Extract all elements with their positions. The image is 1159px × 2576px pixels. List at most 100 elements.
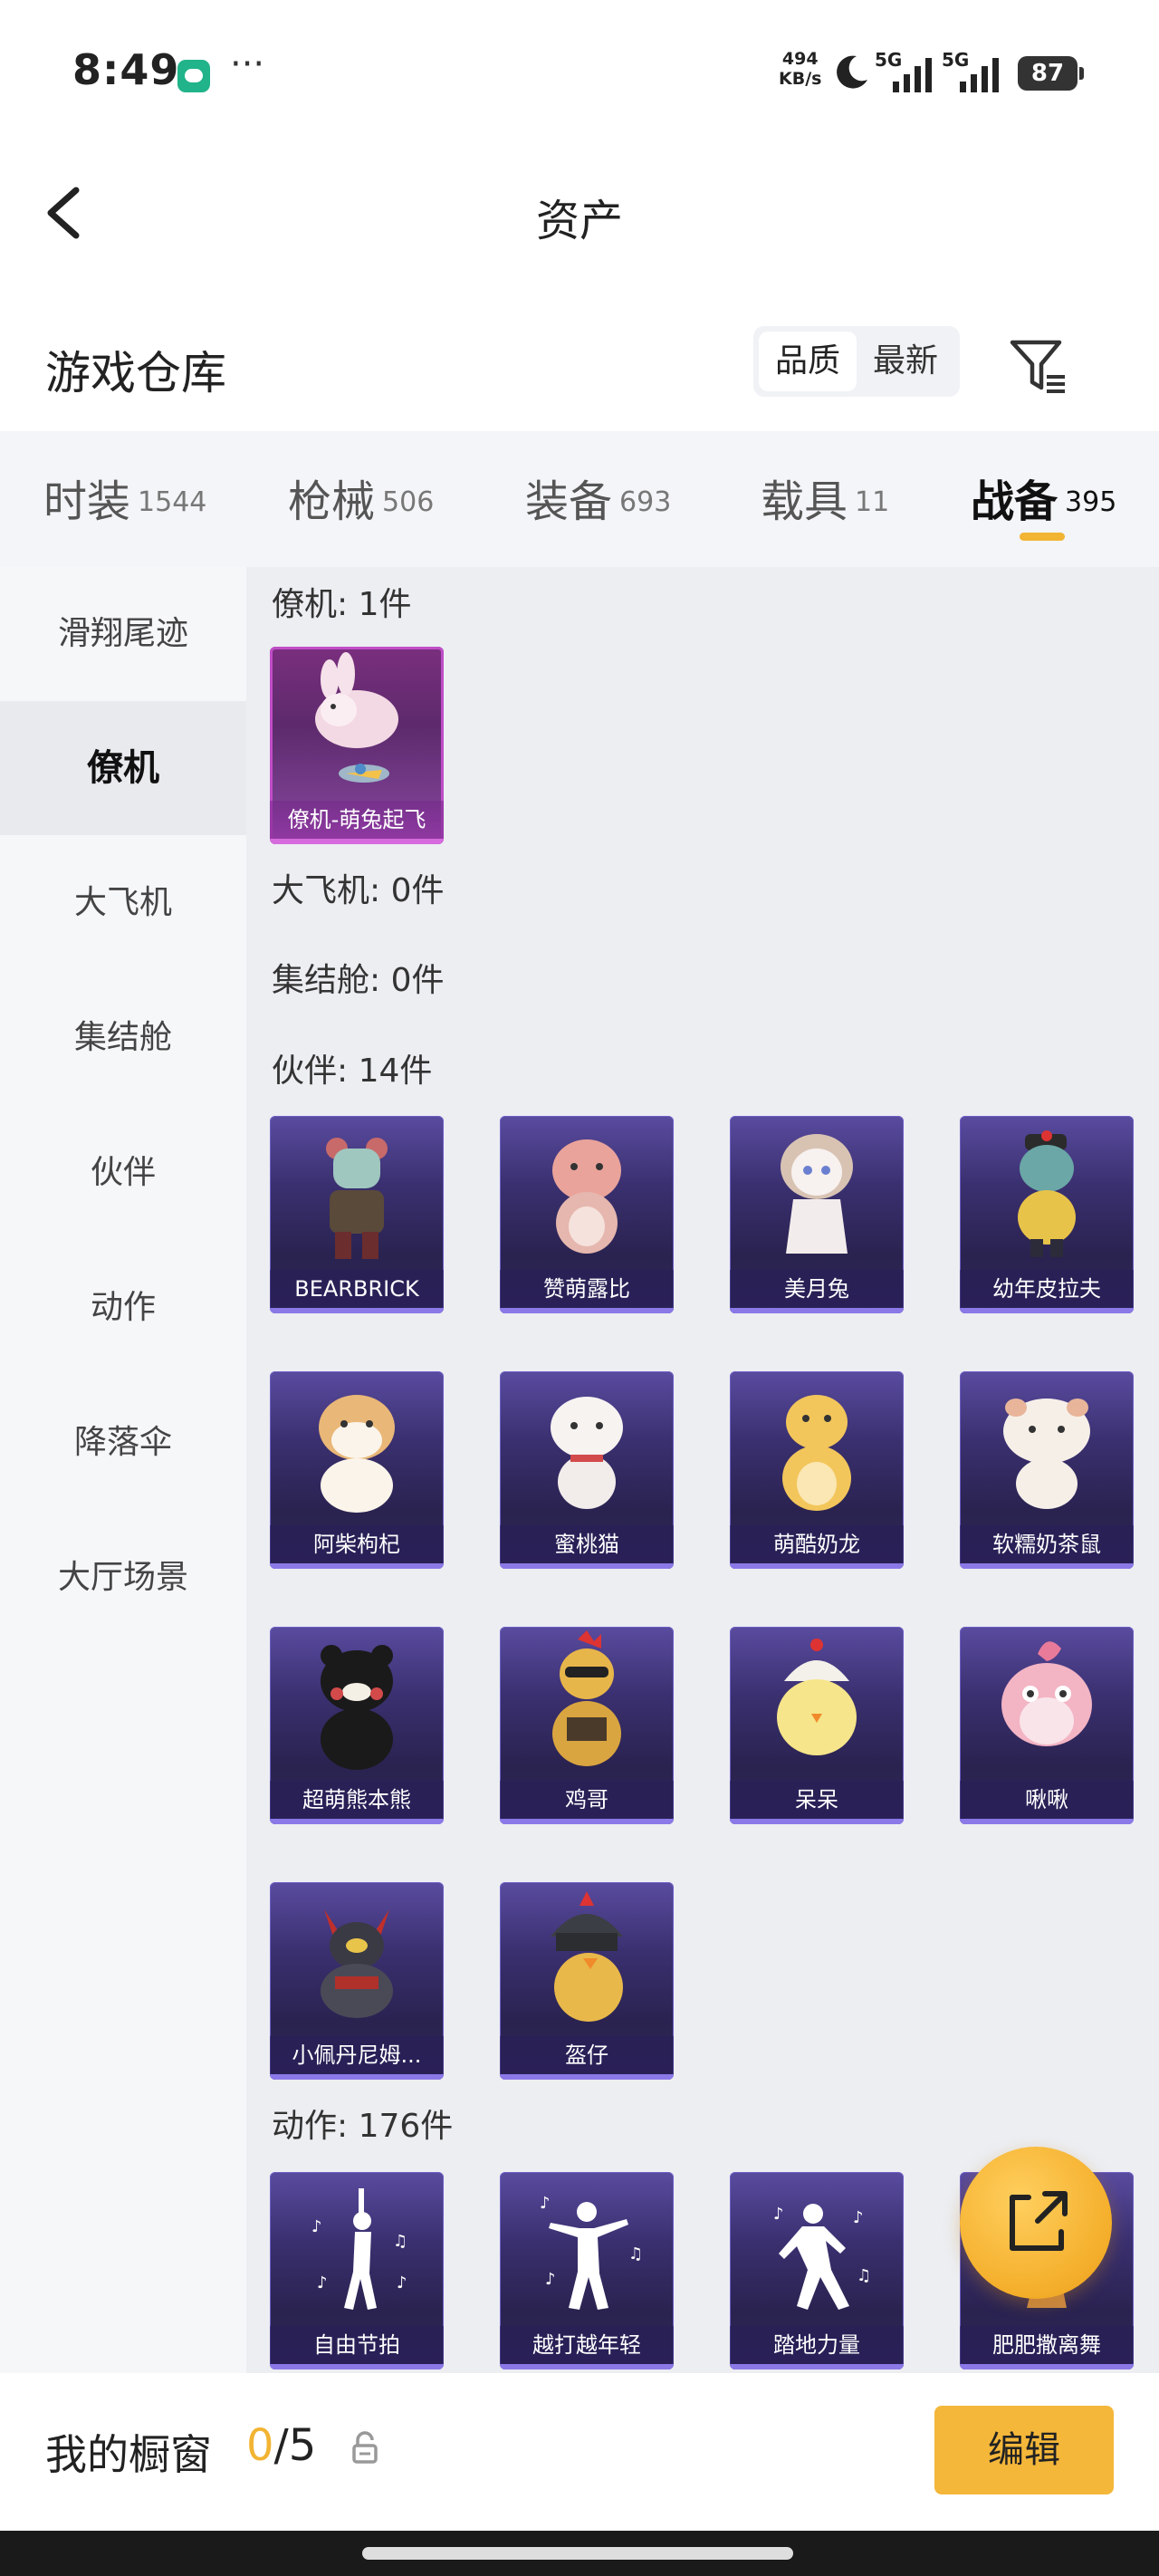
- wechat-icon: [177, 60, 210, 92]
- item-name: 越打越年轻: [500, 2326, 674, 2364]
- sidebar-item-glide-trail[interactable]: 滑翔尾迹: [0, 567, 246, 701]
- do-not-disturb-icon: [837, 55, 867, 89]
- sidebar-item-lobby-scene[interactable]: 大厅场景: [0, 1511, 246, 1645]
- more-notifications-icon: ···: [230, 43, 265, 85]
- section-wingman-label: 僚机: 1件: [272, 586, 412, 623]
- item-name: 赞萌露比: [500, 1270, 674, 1308]
- nav-bar: 资产: [0, 145, 1159, 281]
- milk-tea-hamster-art: [1003, 1399, 1090, 1509]
- battery-indicator: 87: [1018, 56, 1084, 91]
- svg-text:♪: ♪: [773, 2205, 784, 2224]
- svg-text:♪: ♪: [311, 2217, 322, 2236]
- filter-icon[interactable]: [1007, 335, 1070, 399]
- shiba-dog-art: [319, 1395, 395, 1513]
- item-card[interactable]: 软糯奶茶鼠: [960, 1371, 1134, 1569]
- sidebar-item-big-plane[interactable]: 大飞机: [0, 836, 246, 970]
- warehouse-header: 游戏仓库 品质 最新: [0, 299, 1159, 435]
- sidebar-item-wingman[interactable]: 僚机: [0, 701, 246, 835]
- warehouse-title: 游戏仓库: [45, 347, 226, 399]
- tab-firearms[interactable]: 枪械 506: [288, 466, 434, 529]
- moon-rabbit-art: [781, 1134, 853, 1254]
- item-card[interactable]: 啾啾: [960, 1627, 1134, 1824]
- tab-fashion[interactable]: 时装 1544: [43, 466, 206, 529]
- showcase-bar: 我的橱窗 0/5 编辑: [0, 2373, 1159, 2531]
- item-name: 肥肥撒离舞: [960, 2326, 1134, 2364]
- edit-showcase-button[interactable]: 编辑: [934, 2406, 1114, 2494]
- sidebar-item-assembly-pod[interactable]: 集结舱: [0, 971, 246, 1105]
- section-assembly-pod-label: 集结舱: 0件: [272, 962, 445, 999]
- sort-by-newest-button[interactable]: 最新: [857, 332, 954, 391]
- tab-label: 枪械: [288, 476, 376, 527]
- item-card[interactable]: 盔仔: [500, 1882, 674, 2080]
- svg-text:♫: ♫: [857, 2266, 871, 2285]
- item-card[interactable]: 蜜桃猫: [500, 1371, 674, 1569]
- sidebar-item-emote[interactable]: 动作: [0, 1241, 246, 1375]
- tab-label: 载具: [761, 476, 848, 527]
- lock-icon: [352, 2431, 378, 2464]
- bearbrick-figure-art: [326, 1138, 388, 1259]
- svg-text:♪: ♪: [397, 2273, 407, 2292]
- share-button[interactable]: [960, 2147, 1112, 2299]
- showcase-count: 0/5: [246, 2420, 316, 2471]
- item-card[interactable]: 鸡哥: [500, 1627, 674, 1824]
- section-emote-label: 动作: 176件: [272, 2108, 454, 2145]
- item-card[interactable]: 幼年皮拉夫: [960, 1116, 1134, 1313]
- network-speed-value: 494: [781, 49, 819, 69]
- status-time: 8:49: [72, 45, 180, 94]
- home-indicator[interactable]: [362, 2547, 793, 2560]
- peddenim-robot-art: [321, 1909, 393, 2018]
- tab-label: 时装: [43, 476, 131, 527]
- status-bar: 8:49 ··· 494 KB/s 5G 5G 87: [0, 0, 1159, 145]
- share-export-icon: [1010, 2191, 1068, 2251]
- sidebar-item-parachute[interactable]: 降落伞: [0, 1376, 246, 1510]
- sort-by-quality-button[interactable]: 品质: [759, 332, 857, 391]
- item-card[interactable]: 超萌熊本熊: [270, 1627, 444, 1824]
- svg-text:♫: ♫: [628, 2244, 643, 2264]
- item-card[interactable]: ♪ ♫ ♪ ♪ 自由节拍: [270, 2172, 444, 2369]
- showcase-label: 我的橱窗: [45, 2430, 212, 2479]
- dancer-silhouette-art: ♪ ♫ ♪: [540, 2194, 643, 2310]
- tab-vehicles[interactable]: 载具 11: [761, 466, 889, 529]
- item-name: 蜜桃猫: [500, 1525, 674, 1563]
- svg-text:♫: ♫: [393, 2232, 407, 2251]
- kumamon-bear-art: [321, 1645, 393, 1770]
- item-name: BEARBRICK: [270, 1270, 444, 1308]
- bunny-wingman-art: [315, 652, 398, 783]
- peach-cat-art: [551, 1397, 623, 1509]
- item-card[interactable]: 萌酷奶龙: [730, 1371, 904, 1569]
- svg-text:♪: ♪: [540, 2194, 551, 2213]
- item-name: 萌酷奶龙: [730, 1525, 904, 1563]
- item-card[interactable]: 僚机-萌兔起飞: [270, 647, 444, 844]
- item-name: 啾啾: [960, 1781, 1134, 1819]
- tab-count: 693: [619, 486, 672, 518]
- svg-text:♪: ♪: [853, 2208, 864, 2227]
- item-name: 鸡哥: [500, 1781, 674, 1819]
- tab-equipment[interactable]: 装备 693: [525, 466, 671, 529]
- svg-text:♪: ♪: [317, 2273, 328, 2292]
- young-pilaf-art: [1018, 1130, 1076, 1257]
- item-name: 小佩丹尼姆...: [270, 2036, 444, 2074]
- item-card[interactable]: 小佩丹尼姆...: [270, 1882, 444, 2080]
- item-card[interactable]: 呆呆: [730, 1627, 904, 1824]
- item-name: 幼年皮拉夫: [960, 1270, 1134, 1308]
- category-tabs: 时装 1544 枪械 506 装备 693 载具 11 战备 395: [0, 431, 1159, 567]
- item-card[interactable]: 美月兔: [730, 1116, 904, 1313]
- milk-dragon-art: [782, 1395, 851, 1511]
- item-card[interactable]: 阿柴枸杞: [270, 1371, 444, 1569]
- item-card[interactable]: ♪ ♪ ♫ 踏地力量: [730, 2172, 904, 2369]
- tab-label: 装备: [525, 476, 613, 527]
- dancer-silhouette-art: ♪ ♫ ♪ ♪: [311, 2188, 407, 2310]
- item-card[interactable]: BEARBRICK: [270, 1116, 444, 1313]
- sort-toggle: 品质 最新: [753, 326, 960, 397]
- item-card[interactable]: 赞萌露比: [500, 1116, 674, 1313]
- item-card[interactable]: ♪ ♫ ♪ 越打越年轻: [500, 2172, 674, 2369]
- showcase-max: /5: [273, 2420, 317, 2471]
- tab-battle-prep[interactable]: 战备 395: [971, 466, 1116, 529]
- tab-count: 1544: [138, 486, 207, 518]
- item-name: 僚机-萌兔起飞: [270, 801, 444, 839]
- tab-count: 506: [382, 486, 435, 518]
- item-name: 美月兔: [730, 1270, 904, 1308]
- sidebar-item-companion[interactable]: 伙伴: [0, 1106, 246, 1240]
- chicken-bro-art: [552, 1630, 621, 1766]
- tab-count: 11: [855, 486, 890, 518]
